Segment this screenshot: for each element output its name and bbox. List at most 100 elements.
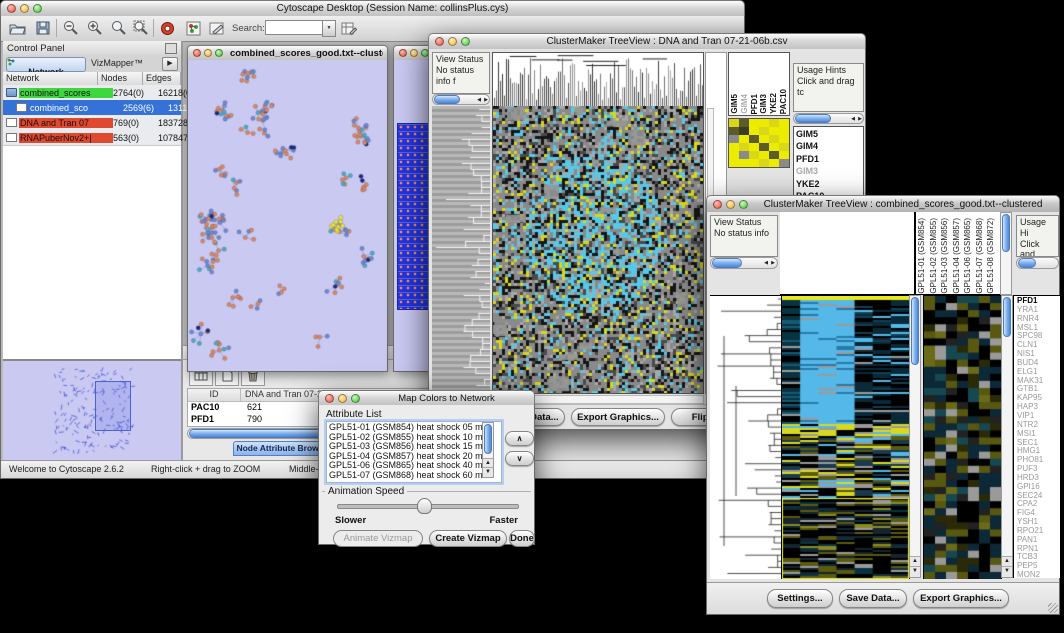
tv2-column-label[interactable]: GPL51-03 (GSM856) <box>941 218 953 294</box>
close-icon[interactable] <box>399 49 407 57</box>
network-row[interactable]: combined_sco2569(6)13112(15) <box>3 100 181 115</box>
minimize-icon[interactable] <box>338 394 347 403</box>
tv1-global-heatmap[interactable] <box>492 106 704 394</box>
move-attribute-up-button[interactable]: ∧ <box>505 431 534 446</box>
minimize-icon[interactable] <box>726 200 735 209</box>
matrix-cell[interactable] <box>739 143 749 151</box>
matrix-cell[interactable] <box>779 135 789 143</box>
tv2-zoom-heatmap[interactable] <box>923 295 1002 579</box>
tv1-gene-label[interactable]: GIM3 <box>796 165 863 177</box>
close-icon[interactable] <box>713 200 722 209</box>
search-input[interactable] <box>265 20 326 35</box>
node-attribute-browser-tab[interactable]: Node Attribute Brows <box>233 441 327 456</box>
tv2-collabel-vscrollbar[interactable] <box>1000 212 1012 295</box>
move-attribute-down-button[interactable]: ∨ <box>505 451 534 466</box>
tv2-column-label[interactable]: GPL51-08 (GSM872) <box>987 218 999 294</box>
zoom-window-icon[interactable] <box>461 37 470 46</box>
annotation-icon[interactable] <box>207 18 227 38</box>
tv1-column-label[interactable]: GIM5 <box>731 94 740 114</box>
matrix-cell[interactable] <box>749 143 759 151</box>
matrix-cell[interactable] <box>739 135 749 143</box>
zoom-window-icon[interactable] <box>739 200 748 209</box>
minimize-icon[interactable] <box>204 49 212 57</box>
tv1-column-dendrogram[interactable] <box>492 52 704 107</box>
column-header-nodes[interactable]: Nodes <box>98 72 143 85</box>
matrix-cell[interactable] <box>779 127 789 135</box>
tv1-column-label[interactable]: GIM4 <box>741 94 750 114</box>
matrix-cell[interactable] <box>779 119 789 127</box>
network-row[interactable]: combined_scores2764(0)16218(0) <box>3 85 181 100</box>
settings-button[interactable]: Settings... <box>767 589 833 608</box>
attribute-list[interactable]: GPL51-01 (GSM854) heat shock 05 minGPL51… <box>326 421 502 483</box>
matrix-cell[interactable] <box>769 143 779 151</box>
matrix-cell[interactable] <box>749 135 759 143</box>
matrix-cell[interactable] <box>769 127 779 135</box>
zoom-in-icon[interactable] <box>85 18 105 38</box>
matrix-cell[interactable] <box>729 119 739 127</box>
tv1-column-label[interactable]: PAC10 <box>780 89 789 114</box>
export-graphics-button[interactable]: Export Graphics... <box>913 589 1009 608</box>
resize-grip[interactable] <box>1048 603 1058 613</box>
tab-overflow-icon[interactable]: ▶ <box>162 57 178 71</box>
save-icon[interactable] <box>33 18 53 38</box>
matrix-cell[interactable] <box>759 119 769 127</box>
column-header-edges[interactable]: Edges <box>143 72 181 85</box>
tv2-gene-label[interactable]: MON2 <box>1017 571 1060 578</box>
tv1-row-dendrogram[interactable] <box>432 106 490 393</box>
matrix-cell[interactable] <box>729 159 739 167</box>
animate-vizmap-button[interactable]: Animate Vizmap <box>333 530 423 547</box>
minimize-icon[interactable] <box>20 4 29 13</box>
matrix-cell[interactable] <box>739 119 749 127</box>
matrix-cell[interactable] <box>779 151 789 159</box>
tv2-row-dendrogram[interactable] <box>710 295 781 579</box>
animation-speed-slider-thumb[interactable] <box>417 498 432 514</box>
zoom-fit-icon[interactable] <box>109 18 129 38</box>
overview-viewport[interactable] <box>95 381 131 431</box>
network-row[interactable]: DNA and Tran 07769(0)183728(0) <box>3 115 181 130</box>
tv2-global-heatmap[interactable] <box>781 295 910 579</box>
tv2-column-dendrogram[interactable] <box>780 212 915 295</box>
tv1-status-hscrollbar[interactable]: ◀ ▶ <box>432 94 490 105</box>
close-icon[interactable] <box>193 49 201 57</box>
search-dropdown-icon[interactable]: ▼ <box>322 20 336 37</box>
matrix-cell[interactable] <box>739 159 749 167</box>
tab-vizmapper[interactable]: VizMapper™ <box>91 58 143 68</box>
network-row[interactable]: RNAPuberNov2+|563(0)107847(0) <box>3 130 181 145</box>
matrix-cell[interactable] <box>749 151 759 159</box>
help-icon[interactable] <box>157 18 177 38</box>
tv2-main-vscrollbar[interactable]: ▲ ▼ <box>909 295 921 578</box>
tv1-gene-label[interactable]: GIM5 <box>796 128 863 140</box>
zoom-window-icon[interactable] <box>33 4 42 13</box>
network-canvas[interactable] <box>188 60 387 370</box>
save-data-button[interactable]: Save Data... <box>839 589 907 608</box>
create-vizmap-button[interactable]: Create Vizmap <box>429 530 507 547</box>
tv1-usage-hscrollbar[interactable]: ◀ ▶ <box>793 113 864 124</box>
tv2-column-label[interactable]: GPL51-01 (GSM854) <box>918 218 930 294</box>
matrix-cell[interactable] <box>769 119 779 127</box>
matrix-cell[interactable] <box>759 135 769 143</box>
tv2-gene-vscrollbar[interactable]: ▲ ▼ <box>1001 295 1013 578</box>
tv1-column-label[interactable]: YKE2 <box>770 93 779 114</box>
tv1-gene-label[interactable]: GIM4 <box>796 140 863 152</box>
tv1-gene-label[interactable]: PFD1 <box>796 153 863 165</box>
matrix-cell[interactable] <box>779 143 789 151</box>
id-column-header[interactable]: ID <box>188 389 241 401</box>
export-graphics-button[interactable]: Export Graphics... <box>571 408 665 426</box>
matrix-cell[interactable] <box>729 127 739 135</box>
matrix-cell[interactable] <box>759 159 769 167</box>
matrix-cell[interactable] <box>769 135 779 143</box>
close-icon[interactable] <box>435 37 444 46</box>
tab-network[interactable]: Network <box>6 57 86 72</box>
matrix-cell[interactable] <box>779 159 789 167</box>
minimize-icon[interactable] <box>448 37 457 46</box>
done-button[interactable]: Done <box>509 530 535 547</box>
float-panel-icon[interactable] <box>165 43 177 54</box>
tv1-zoom-matrix[interactable] <box>728 118 790 168</box>
matrix-cell[interactable] <box>729 143 739 151</box>
zoom-out-icon[interactable] <box>61 18 81 38</box>
tv2-column-label[interactable]: GPL51-06 (GSM865) <box>964 218 976 294</box>
zoom-selected-icon[interactable] <box>131 18 151 38</box>
matrix-cell[interactable] <box>769 151 779 159</box>
matrix-cell[interactable] <box>749 119 759 127</box>
attribute-list-vscrollbar[interactable]: ▲ ▼ <box>482 422 494 478</box>
